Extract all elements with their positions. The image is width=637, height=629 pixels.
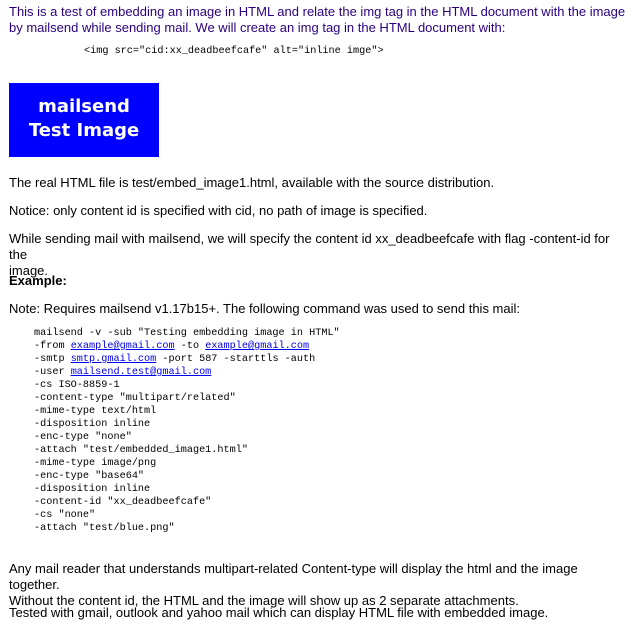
user-email-link[interactable]: mailsend.test@gmail.com bbox=[71, 367, 212, 378]
intro-paragraph: This is a test of embedding an image in … bbox=[9, 4, 627, 36]
to-email-link[interactable]: example@gmail.com bbox=[205, 341, 309, 352]
command-code-block: mailsend -v -sub "Testing embedding imag… bbox=[34, 327, 340, 535]
code-line: -content-id "xx_deadbeefcafe" bbox=[34, 497, 212, 508]
paragraph-real-file: The real HTML file is test/embed_image1.… bbox=[9, 175, 495, 190]
smtp-host-link[interactable]: smtp.gmail.com bbox=[71, 354, 157, 365]
code-text: -to bbox=[174, 341, 206, 352]
intro-line-2: by mailsend while sending mail. We will … bbox=[9, 20, 506, 35]
code-line: -cs "none" bbox=[34, 510, 96, 521]
paragraph-any-line-1: Any mail reader that understands multipa… bbox=[9, 561, 578, 592]
img-tag-example: <img src="cid:xx_deadbeefcafe" alt="inli… bbox=[84, 46, 384, 57]
code-line: -enc-type "base64" bbox=[34, 471, 145, 482]
code-line: -cs ISO-8859-1 bbox=[34, 380, 120, 391]
test-image-line-1: mailsend bbox=[38, 96, 130, 117]
code-line: -mime-type text/html bbox=[34, 406, 157, 417]
code-text: -user bbox=[34, 367, 71, 378]
test-image: mailsend Test Image bbox=[9, 83, 159, 157]
code-line-from: -from example@gmail.com -to example@gmai… bbox=[34, 340, 340, 353]
paragraph-note: Note: Requires mailsend v1.17b15+. The f… bbox=[9, 301, 521, 316]
example-heading: Example: bbox=[9, 273, 627, 289]
code-text: -port 587 -starttls -auth bbox=[156, 354, 316, 365]
code-line: -disposition inline bbox=[34, 419, 151, 430]
code-line: -content-type "multipart/related" bbox=[34, 393, 236, 404]
paragraph-while-line-1: While sending mail with mailsend, we wil… bbox=[9, 231, 610, 262]
paragraph-tested: Tested with gmail, outlook and yahoo mai… bbox=[9, 605, 549, 620]
code-line: -enc-type "none" bbox=[34, 432, 132, 443]
from-email-link[interactable]: example@gmail.com bbox=[71, 341, 175, 352]
code-line: -attach "test/embedded_image1.html" bbox=[34, 445, 248, 456]
code-text: -smtp bbox=[34, 354, 71, 365]
code-text: -from bbox=[34, 341, 71, 352]
paragraph-while-sending: While sending mail with mailsend, we wil… bbox=[9, 231, 627, 279]
example-heading-text: Example: bbox=[9, 273, 67, 288]
intro-line-1: This is a test of embedding an image in … bbox=[9, 4, 626, 19]
code-line-user: -user mailsend.test@gmail.com bbox=[34, 366, 340, 379]
paragraph-any-mail-reader: Any mail reader that understands multipa… bbox=[9, 561, 627, 609]
code-line: -attach "test/blue.png" bbox=[34, 523, 175, 534]
code-line: -mime-type image/png bbox=[34, 458, 157, 469]
test-image-line-2: Test Image bbox=[28, 120, 140, 141]
paragraph-notice: Notice: only content id is specified wit… bbox=[9, 203, 428, 218]
code-line-smtp: -smtp smtp.gmail.com -port 587 -starttls… bbox=[34, 353, 340, 366]
code-line: -disposition inline bbox=[34, 484, 151, 495]
code-line: mailsend -v -sub "Testing embedding imag… bbox=[34, 328, 340, 339]
